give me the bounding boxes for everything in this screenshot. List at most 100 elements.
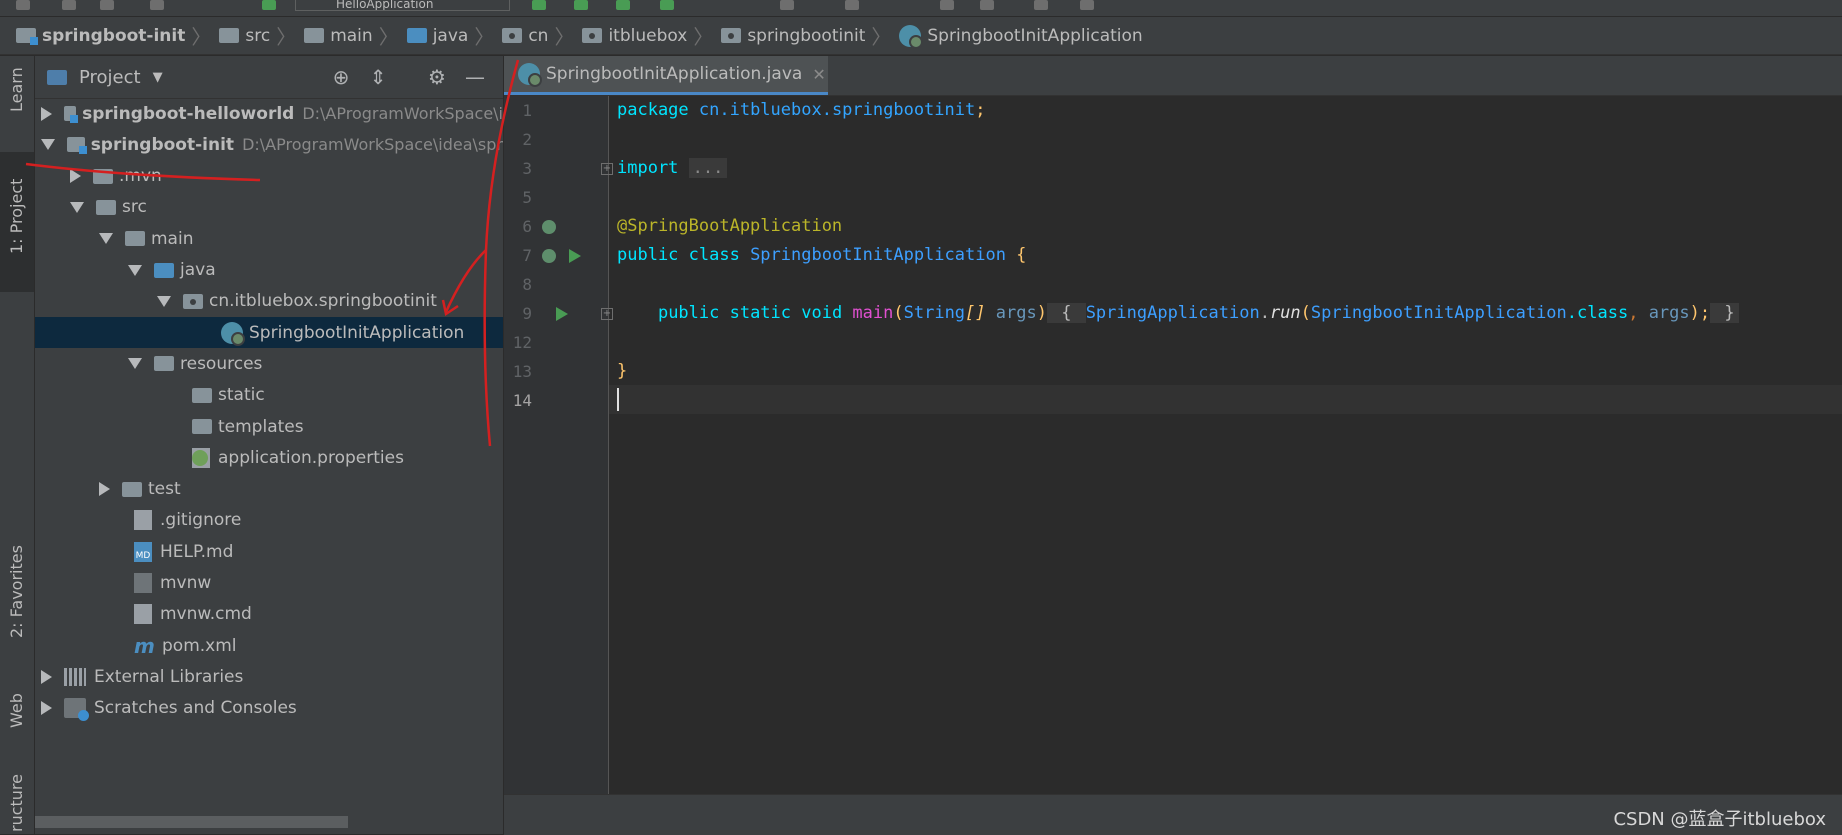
minimize-icon[interactable]: — — [465, 67, 485, 87]
run-icon[interactable] — [532, 0, 546, 10]
tree-item-springbootinitapplication[interactable]: SpringbootInitApplication — [35, 317, 503, 349]
project-structure-icon[interactable] — [980, 0, 994, 10]
build-icon[interactable] — [262, 0, 276, 10]
chevron-right-icon: 〉 — [378, 25, 399, 49]
expanded-arrow-icon[interactable] — [99, 233, 113, 245]
tree-item-help-md[interactable]: MD HELP.md — [35, 536, 503, 567]
tab-favorites[interactable]: 2: Favorites — [0, 526, 34, 666]
project-view-title[interactable]: Project — [79, 67, 141, 88]
breadcrumb-item[interactable]: springbootinit — [721, 26, 865, 46]
tree-item-scratches-and-consoles[interactable]: Scratches and Consoles — [35, 693, 503, 724]
code-editor[interactable]: 1 2 3 5 6 7 8 9 12 13 14 + + package cn.… — [504, 96, 1842, 794]
module-folder-icon — [67, 137, 87, 155]
spring-class-icon — [899, 24, 924, 49]
chevron-right-icon: 〉 — [191, 25, 212, 49]
breadcrumb-item[interactable]: springboot-init — [16, 26, 185, 46]
breadcrumb-item[interactable]: cn — [502, 26, 548, 46]
expanded-arrow-icon[interactable] — [128, 264, 142, 276]
tree-item-external-libraries[interactable]: External Libraries — [35, 661, 503, 692]
tree-item-application-properties[interactable]: application.properties — [35, 442, 503, 473]
tree-item-cn-itbluebox-springbootinit[interactable]: cn.itbluebox.springbootinit — [35, 286, 503, 317]
expanded-arrow-icon[interactable] — [157, 295, 171, 307]
fold-icon[interactable]: + — [601, 163, 613, 175]
spring-class-icon — [221, 321, 245, 346]
breadcrumb-item[interactable]: itbluebox — [582, 26, 687, 46]
tree-item-label: application.properties — [218, 447, 404, 468]
run-gutter-icon[interactable] — [569, 249, 581, 263]
tree-item-java[interactable]: java — [35, 255, 503, 286]
debug-icon[interactable] — [574, 0, 588, 10]
collapsed-arrow-icon[interactable] — [41, 701, 52, 716]
gear-icon[interactable]: ⚙ — [427, 67, 447, 87]
collapsed-arrow-icon[interactable] — [41, 106, 52, 121]
properties-file-icon — [192, 447, 210, 468]
tree-item-springboot-helloworld[interactable]: springboot-helloworld D:\AProgramWorkSpac… — [35, 98, 503, 129]
coverage-icon[interactable] — [616, 0, 630, 10]
tab-springbootinitapplication[interactable]: SpringbootInitApplication.java ✕ — [504, 56, 828, 95]
back-icon[interactable] — [150, 0, 164, 10]
code-line-9: public static void main(String[] args) {… — [617, 299, 1739, 328]
profile-icon[interactable] — [660, 0, 674, 10]
spring-bean-icon[interactable] — [542, 249, 556, 263]
expanded-arrow-icon[interactable] — [41, 139, 55, 151]
breadcrumb-item[interactable]: src — [219, 26, 270, 46]
line-number: 3 — [522, 159, 532, 178]
line-number: 13 — [512, 362, 532, 381]
refresh-icon[interactable] — [100, 0, 114, 10]
current-line-highlight — [609, 385, 1842, 414]
tab-web[interactable]: Web — [0, 676, 34, 736]
tree-item-src[interactable]: src — [35, 192, 503, 223]
tree-item-test[interactable]: test — [35, 474, 503, 505]
tab-structure[interactable]: ructure — [0, 756, 34, 834]
collapsed-arrow-icon[interactable] — [41, 669, 52, 684]
vcs-icon[interactable] — [845, 0, 859, 10]
tree-item-main[interactable]: main — [35, 223, 503, 254]
save-icon[interactable] — [62, 0, 76, 10]
close-icon[interactable]: ✕ — [812, 65, 825, 84]
layout-icon[interactable] — [1034, 0, 1048, 10]
breadcrumb-item[interactable]: main — [304, 26, 373, 46]
tree-item-mvnw[interactable]: mvnw — [35, 568, 503, 599]
stop-icon[interactable] — [780, 0, 794, 10]
tree-item-label: springboot-helloworld — [82, 103, 295, 124]
expanded-arrow-icon[interactable] — [70, 201, 84, 213]
tree-item-gitignore[interactable]: .gitignore — [35, 505, 503, 536]
fold-icon[interactable]: + — [601, 308, 613, 320]
collapsed-arrow-icon[interactable] — [70, 169, 81, 184]
breadcrumb-item[interactable]: SpringbootInitApplication — [899, 24, 1143, 49]
tree-item-resources[interactable]: resources — [35, 348, 503, 379]
folder-icon — [122, 481, 142, 497]
search-icon[interactable] — [1080, 0, 1094, 10]
run-gutter-icon[interactable] — [556, 307, 568, 321]
tree-item-label: templates — [218, 416, 304, 437]
tree-item-label: mvnw — [160, 573, 212, 593]
tree-item-label: mvnw.cmd — [160, 604, 252, 625]
tree-item-static[interactable]: static — [35, 380, 503, 411]
expanded-arrow-icon[interactable] — [128, 358, 142, 370]
chevron-down-icon[interactable]: ▼ — [153, 70, 163, 85]
menu-icon[interactable] — [16, 0, 30, 10]
breadcrumb-item[interactable]: java — [406, 26, 468, 46]
tree-item-mvnw-cmd[interactable]: mvnw.cmd — [35, 599, 503, 630]
tree-item-label: Scratches and Consoles — [94, 698, 297, 719]
tab-learn[interactable]: Learn — [0, 60, 34, 140]
folder-icon — [93, 168, 113, 184]
tree-item-pom-xml[interactable]: m pom.xml — [35, 630, 503, 661]
file-icon — [134, 604, 152, 625]
line-number: 12 — [512, 333, 532, 352]
spring-class-icon — [518, 63, 542, 87]
editor-tab-bar: SpringbootInitApplication.java ✕ — [504, 56, 1842, 96]
horizontal-scrollbar[interactable] — [35, 816, 348, 828]
tab-project[interactable]: 1: Project — [0, 152, 34, 292]
structure-icon[interactable] — [940, 0, 954, 10]
tree-item-templates[interactable]: templates — [35, 411, 503, 442]
source-folder-icon — [406, 28, 427, 43]
tree-item-springboot-init[interactable]: springboot-init D:\AProgramWorkSpace\idea… — [35, 129, 503, 160]
locate-icon[interactable]: ⊕ — [331, 67, 351, 87]
spring-bean-icon[interactable] — [542, 220, 556, 234]
collapse-all-icon[interactable]: ⇕ — [368, 67, 388, 87]
folded-imports[interactable]: ... — [688, 158, 728, 178]
tree-item-mvn[interactable]: .mvn — [35, 161, 503, 192]
collapsed-arrow-icon[interactable] — [99, 482, 110, 497]
run-configuration-select[interactable]: HelloApplication — [295, 0, 510, 11]
